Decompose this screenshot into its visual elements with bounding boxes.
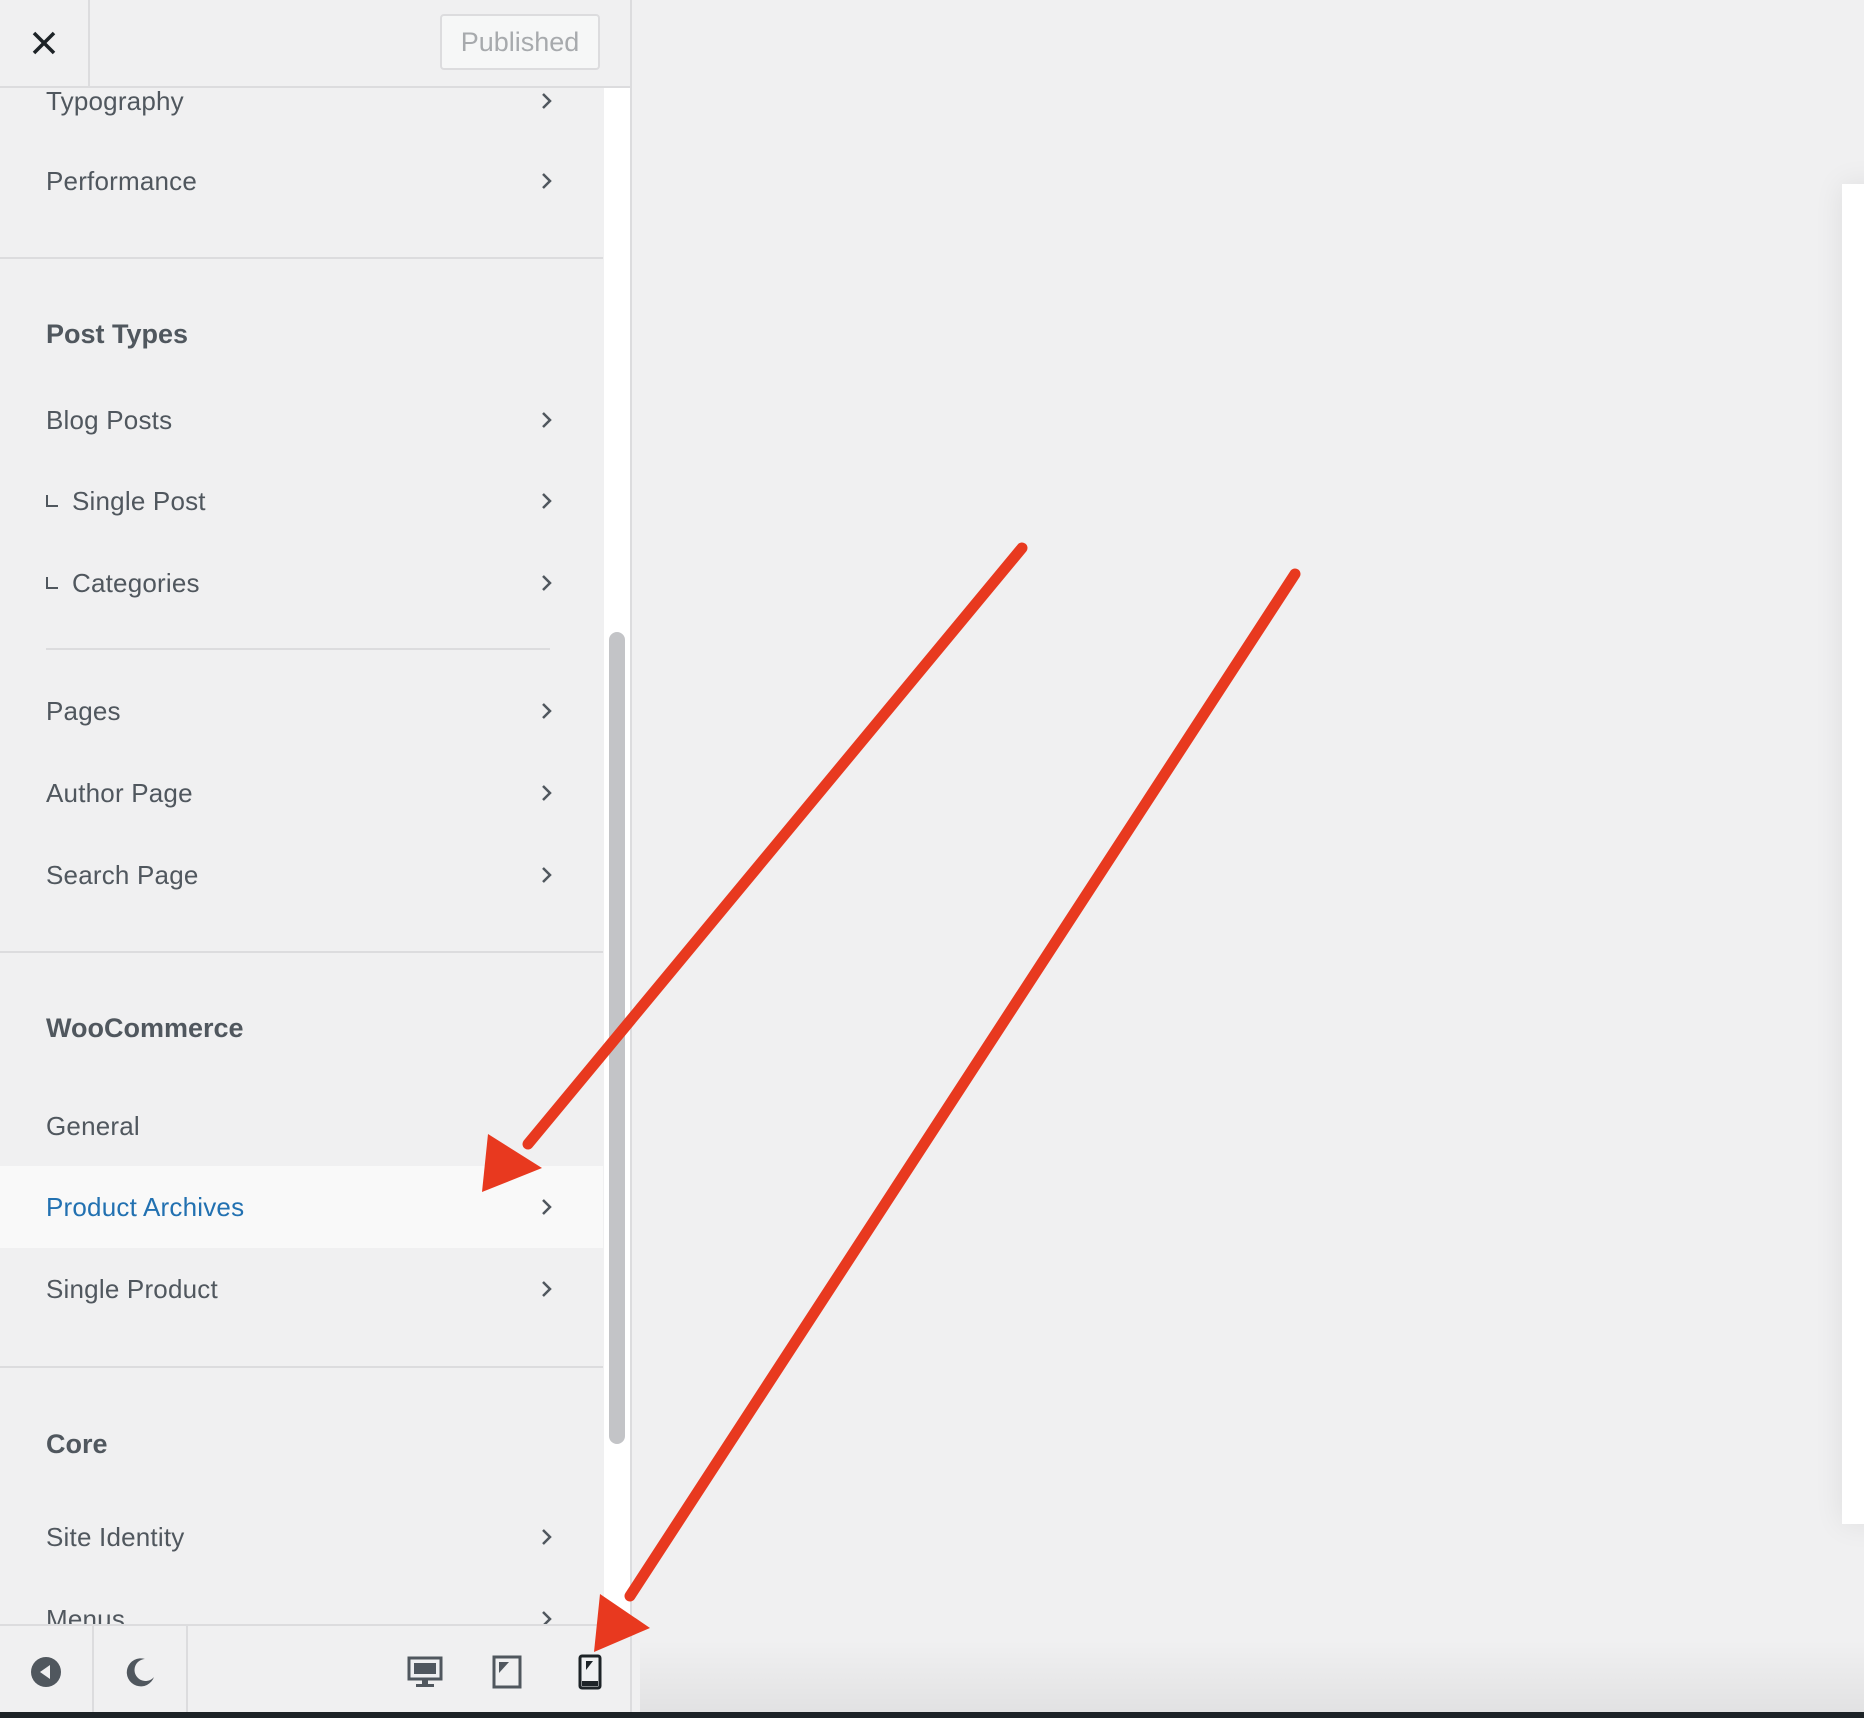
close-icon [32, 31, 56, 55]
menu-item-single-product[interactable]: Single Product [0, 1248, 603, 1330]
mobile-icon [578, 1654, 602, 1690]
publish-button[interactable]: Published [440, 14, 600, 70]
menu-item-blog-posts[interactable]: Blog Posts [0, 379, 603, 461]
arrow-to-mobile-preview [594, 568, 1301, 1652]
preview-mobile-button[interactable] [548, 1626, 630, 1718]
menu-item-general[interactable]: General [0, 1085, 603, 1167]
menu-item-performance[interactable]: Performance [0, 140, 603, 222]
preview-bottom-shadow [640, 1640, 1864, 1712]
menu-item-search-page[interactable]: Search Page [0, 834, 603, 916]
moon-icon [126, 1658, 154, 1687]
menu-item-label: Search Page [46, 859, 199, 890]
menu-item-author-page[interactable]: Author Page [0, 752, 603, 834]
chevron-right-icon [542, 93, 552, 109]
chevron-right-icon [542, 493, 552, 509]
desktop-icon [407, 1656, 443, 1687]
menu-item-label: Pages [46, 695, 121, 726]
section-divider [0, 257, 603, 259]
menu-item-label: Product Archives [46, 1191, 245, 1222]
menu-item-site-identity[interactable]: Site Identity [0, 1496, 603, 1578]
preview-tablet-button[interactable] [474, 1626, 540, 1718]
sidebar-menu: Typography Performance Post Types Blog P… [0, 0, 603, 1624]
section-title-core: Core [46, 1429, 108, 1459]
menu-item-label: Single Product [46, 1273, 218, 1304]
menu-item-label: Categories [72, 567, 200, 598]
dark-mode-toggle[interactable] [94, 1626, 188, 1718]
section-divider [0, 1366, 603, 1368]
chevron-right-icon [542, 867, 552, 883]
menu-item-label: Typography [46, 85, 184, 116]
chevron-right-icon [542, 703, 552, 719]
chevron-right-icon [542, 1281, 552, 1297]
chevron-right-icon [542, 173, 552, 189]
menu-item-label: Author Page [46, 777, 193, 808]
section-title-post-types: Post Types [46, 319, 189, 349]
section-title-woocommerce: WooCommerce [46, 1013, 244, 1043]
collapse-sidebar-button[interactable] [0, 1626, 94, 1718]
section-divider [0, 951, 603, 953]
chevron-right-icon [542, 575, 552, 591]
close-button[interactable] [0, 0, 90, 86]
scrollbar-thumb[interactable] [609, 632, 625, 1444]
menu-item-single-post[interactable]: Single Post [0, 460, 603, 542]
chevron-right-icon [542, 1529, 552, 1545]
menu-item-label: General [46, 1110, 140, 1141]
menu-item-categories[interactable]: Categories [0, 542, 603, 624]
sidebar-header: Published [0, 0, 630, 88]
preview-desktop-button[interactable] [392, 1626, 458, 1718]
menu-item-pages[interactable]: Pages [0, 670, 603, 752]
menu-item-label: Blog Posts [46, 404, 173, 435]
chevron-right-icon [542, 1611, 552, 1624]
chevron-right-icon [542, 1199, 552, 1215]
window-bottom-edge [0, 1712, 1864, 1718]
menu-item-label: Menus [46, 1603, 126, 1625]
chevron-right-icon [542, 412, 552, 428]
menu-item-menus[interactable]: Menus [0, 1578, 603, 1624]
sub-item-indicator-icon [46, 577, 58, 589]
sub-item-indicator-icon [46, 495, 58, 507]
sidebar-footer [0, 1624, 630, 1718]
menu-item-label: Single Post [72, 485, 206, 516]
chevron-right-icon [542, 785, 552, 801]
collapse-icon [31, 1657, 61, 1687]
customizer-sidebar: Typography Performance Post Types Blog P… [0, 0, 632, 1718]
tablet-icon [492, 1655, 522, 1689]
inner-divider [46, 648, 550, 650]
menu-item-label: Site Identity [46, 1521, 185, 1552]
menu-item-label: Performance [46, 165, 198, 196]
preview-frame [1842, 184, 1864, 1524]
menu-item-product-archives[interactable]: Product Archives [0, 1166, 603, 1248]
